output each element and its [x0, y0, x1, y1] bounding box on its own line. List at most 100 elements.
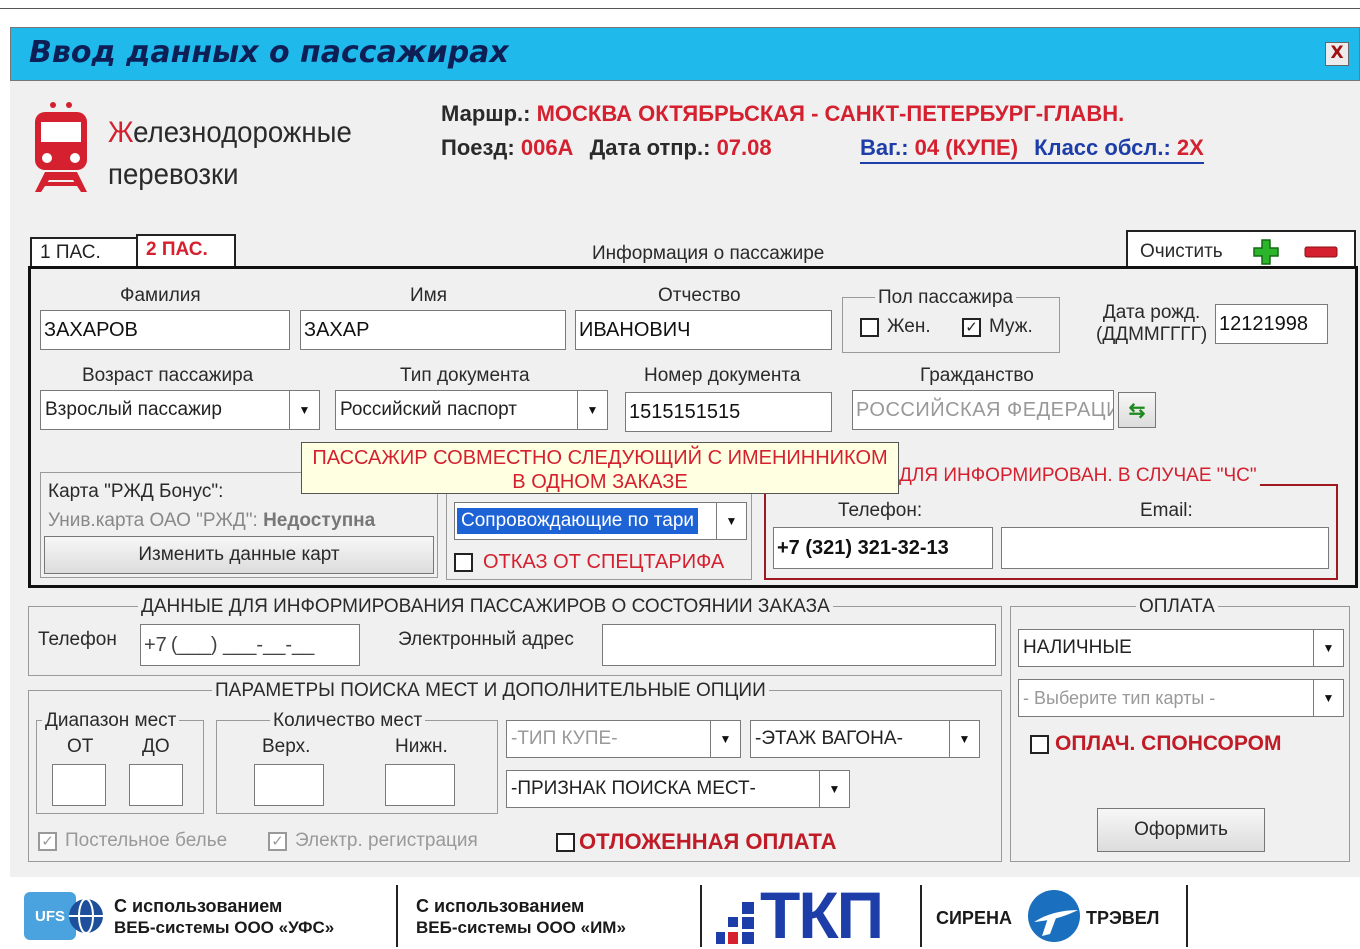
deferred-payment-checkbox[interactable]: [556, 832, 575, 852]
upper-count-field[interactable]: [254, 764, 324, 806]
swap-citizenship-icon[interactable]: ⇆: [1118, 392, 1156, 428]
female-checkbox[interactable]: [860, 317, 879, 337]
sponsor-checkbox[interactable]: [1030, 734, 1049, 754]
sirena-text: СИРЕНА: [936, 908, 1012, 928]
docnum-label: Номер документа: [644, 365, 801, 386]
tkp-squares-icon: [716, 902, 754, 944]
age-dropdown[interactable]: Взрослый пассажир ▼: [40, 390, 320, 430]
sponsor-option[interactable]: ОПЛАЧ. СПОНСОРОМ: [1030, 732, 1281, 756]
route-line: Маршр.: МОСКВА ОКТЯБРЬСКАЯ - САНКТ-ПЕТЕР…: [441, 101, 1125, 126]
chevron-down-icon[interactable]: ▼: [577, 391, 607, 429]
emergency-email-field[interactable]: [1001, 527, 1329, 569]
notify-email-label: Электронный адрес: [398, 629, 574, 650]
window-title: Ввод данных о пассажирах: [29, 35, 509, 70]
surname-label: Фамилия: [120, 285, 201, 306]
document-number-field[interactable]: 1515151515: [625, 392, 832, 432]
tab-passenger-2[interactable]: 2 ПАС.: [136, 234, 236, 270]
rzd-bonus-label: Карта "РЖД Бонус":: [48, 481, 224, 502]
lower-label: Нижн.: [395, 736, 448, 757]
emergency-phone-field[interactable]: +7 (321) 321-32-13: [773, 527, 993, 569]
birth-label: Дата рожд. (ДДММГГГГ): [1096, 302, 1208, 345]
upper-label: Верх.: [262, 736, 311, 757]
refuse-tariff-checkbox[interactable]: [454, 553, 473, 572]
ereg-checkbox[interactable]: ✓: [268, 831, 287, 851]
notify-email-field[interactable]: [602, 624, 996, 666]
notify-phone-label: Телефон: [38, 629, 117, 650]
emergency-email-label: Email:: [1140, 500, 1193, 521]
count-legend: Количество мест: [270, 710, 426, 732]
chevron-down-icon[interactable]: ▼: [716, 503, 746, 539]
tariff-dropdown[interactable]: Сопровождающие по тари ▼: [454, 502, 747, 540]
to-label: ДО: [142, 736, 170, 757]
chevron-down-icon[interactable]: ▼: [949, 721, 979, 757]
card-type-dropdown[interactable]: - Выберите тип карты - ▼: [1018, 679, 1344, 717]
change-cards-button[interactable]: Изменить данные карт: [44, 536, 434, 574]
male-checkbox[interactable]: ✓: [962, 317, 981, 337]
range-from-field[interactable]: [52, 764, 106, 806]
footer-divider: [700, 885, 702, 947]
notify-phone-field[interactable]: +7 (___) ___-__-__: [140, 624, 360, 666]
doctype-dropdown[interactable]: Российский паспорт ▼: [335, 390, 608, 430]
notify-legend: ДАННЫЕ ДЛЯ ИНФОРМИРОВАНИЯ ПАССАЖИРОВ О С…: [138, 596, 833, 618]
compartment-type-dropdown[interactable]: -ТИП КУПЕ- ▼: [506, 720, 741, 758]
globe-icon: [69, 898, 103, 934]
refuse-tariff-option[interactable]: ОТКАЗ ОТ СПЕЦТАРИФА: [454, 551, 724, 574]
ereg-option[interactable]: ✓ Электр. регистрация: [268, 830, 478, 852]
patronymic-field[interactable]: ИВАНОВИЧ: [575, 310, 832, 350]
doctype-label: Тип документа: [400, 365, 530, 386]
tkp-logo: ТКП: [760, 878, 884, 949]
name-label: Имя: [410, 285, 448, 306]
range-legend: Диапазон мест: [42, 710, 180, 732]
title-bar: Ввод данных о пассажирах X: [10, 27, 1360, 81]
close-button[interactable]: X: [1325, 42, 1349, 66]
emergency-legend: ДЛЯ ИНФОРМИРОВАН. В СЛУЧАЕ "ЧС": [896, 465, 1260, 487]
deferred-payment-option[interactable]: ОТЛОЖЕННАЯ ОПЛАТА: [556, 829, 837, 855]
male-option[interactable]: ✓ Муж.: [962, 316, 1033, 338]
remove-passenger-icon[interactable]: [1304, 246, 1338, 258]
citizenship-field: РОССИЙСКАЯ ФЕДЕРАЦИ: [852, 390, 1114, 430]
linen-option[interactable]: ✓ Постельное белье: [38, 830, 227, 852]
footer-divider: [920, 885, 922, 947]
im-text: С использованием ВЕБ-системы ООО «ИМ»: [416, 896, 626, 937]
car-class-link[interactable]: Ваг.: 04 (КУПЕ) Класс обсл.: 2Х: [860, 135, 1204, 164]
from-label: ОТ: [67, 736, 94, 757]
payment-legend: ОПЛАТА: [1136, 596, 1218, 618]
chevron-down-icon[interactable]: ▼: [819, 771, 849, 807]
name-field[interactable]: ЗАХАР: [300, 310, 566, 350]
ufs-text: С использованием ВЕБ-системы ООО «УФС»: [114, 896, 335, 937]
add-passenger-icon[interactable]: [1252, 238, 1280, 266]
train-line: Поезд: 006А Дата отпр.: 07.08: [441, 135, 772, 160]
passenger-info-title: Информация о пассажире: [592, 243, 825, 264]
train-icon: [35, 102, 87, 192]
female-option[interactable]: Жен.: [860, 316, 931, 338]
travel-text: ТРЭВЕЛ: [1086, 908, 1160, 928]
patronymic-label: Отчество: [658, 285, 741, 306]
lower-count-field[interactable]: [385, 764, 455, 806]
age-label: Возраст пассажира: [82, 365, 254, 386]
top-divider: [0, 8, 1360, 9]
chevron-down-icon[interactable]: ▼: [289, 391, 319, 429]
floor-dropdown[interactable]: -ЭТАЖ ВАГОНА- ▼: [750, 720, 980, 758]
gender-legend: Пол пассажира: [875, 287, 1017, 309]
univ-card-line: Унив.карта ОАО "РЖД": Недоступна: [48, 510, 376, 531]
range-to-field[interactable]: [129, 764, 183, 806]
clear-button[interactable]: Очистить: [1140, 241, 1223, 263]
surname-field[interactable]: ЗАХАРОВ: [40, 310, 290, 350]
payment-method-dropdown[interactable]: НАЛИЧНЫЕ ▼: [1018, 629, 1344, 667]
tab-passenger-1[interactable]: 1 ПАС.: [30, 237, 138, 269]
chevron-down-icon[interactable]: ▼: [710, 721, 740, 757]
footer-divider: [1186, 885, 1188, 947]
logo-text: Железнодорожные перевозки: [108, 116, 352, 191]
chevron-down-icon[interactable]: ▼: [1313, 680, 1343, 716]
sirena-plane-icon: [1028, 890, 1080, 942]
chevron-down-icon[interactable]: ▼: [1313, 630, 1343, 666]
linen-checkbox[interactable]: ✓: [38, 831, 57, 851]
birth-date-field[interactable]: 12121998: [1215, 304, 1328, 344]
search-legend: ПАРАМЕТРЫ ПОИСКА МЕСТ И ДОПОЛНИТЕЛЬНЫЕ О…: [212, 680, 769, 702]
citizenship-label: Гражданство: [920, 365, 1034, 386]
clear-panel: Очистить: [1126, 230, 1356, 270]
seat-sign-dropdown[interactable]: -ПРИЗНАК ПОИСКА МЕСТ- ▼: [506, 770, 850, 808]
submit-button[interactable]: Оформить: [1097, 808, 1265, 852]
tooltip: ПАССАЖИР СОВМЕСТНО СЛЕДУЮЩИЙ С ИМЕНИННИК…: [301, 442, 899, 494]
footer-divider: [396, 885, 398, 947]
